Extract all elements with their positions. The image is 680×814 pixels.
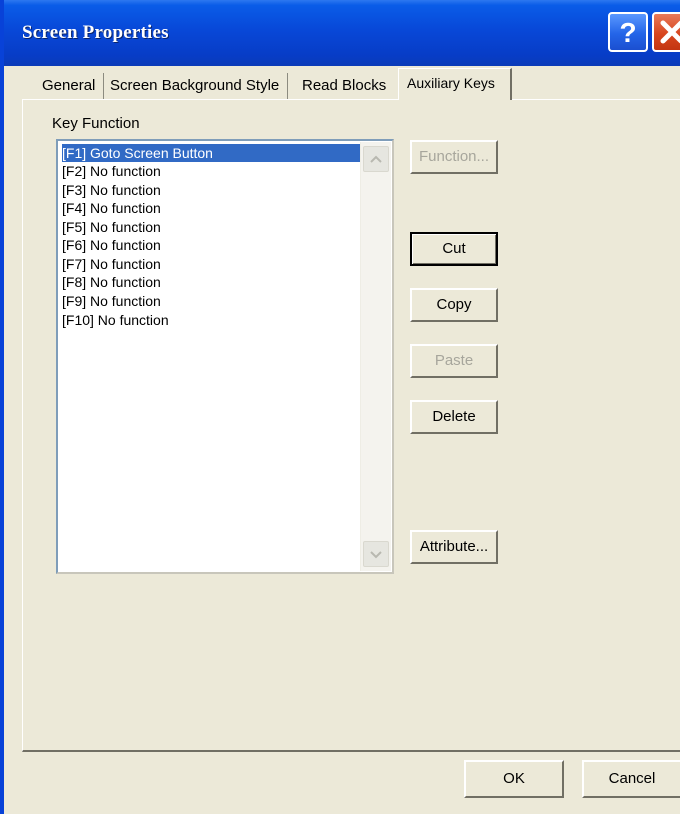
cut-button[interactable]: Cut xyxy=(410,232,498,266)
tab-read-blocks[interactable]: Read Blocks xyxy=(294,73,394,99)
cancel-button[interactable]: Cancel xyxy=(582,760,680,798)
svg-text:?: ? xyxy=(619,17,636,48)
list-item[interactable]: [F7] No function xyxy=(62,255,161,273)
list-item[interactable]: [F8] No function xyxy=(62,273,161,291)
close-icon xyxy=(660,20,680,44)
function-button[interactable]: Function... xyxy=(410,140,498,174)
vertical-scrollbar[interactable] xyxy=(360,142,391,571)
list-item[interactable]: [F1] Goto Screen Button xyxy=(62,144,362,162)
screen-properties-dialog: Screen Properties ? General Screen Backg… xyxy=(0,0,680,814)
list-item[interactable]: [F6] No function xyxy=(62,236,161,254)
list-item[interactable]: [F10] No function xyxy=(62,311,169,329)
key-function-list[interactable]: [F1] Goto Screen Button [F2] No function… xyxy=(56,139,394,574)
tab-general[interactable]: General xyxy=(34,73,105,99)
ok-button[interactable]: OK xyxy=(464,760,564,798)
list-item[interactable]: [F5] No function xyxy=(62,218,161,236)
question-mark-icon: ? xyxy=(619,17,636,48)
paste-button[interactable]: Paste xyxy=(410,344,498,378)
help-button[interactable]: ? xyxy=(608,12,648,52)
list-item[interactable]: [F4] No function xyxy=(62,199,161,217)
list-item[interactable]: [F3] No function xyxy=(62,181,161,199)
copy-button[interactable]: Copy xyxy=(410,288,498,322)
window-title: Screen Properties xyxy=(22,22,169,43)
tab-strip: General Screen Background Style Read Blo… xyxy=(26,66,680,100)
tab-auxiliary-keys[interactable]: Auxiliary Keys xyxy=(398,68,512,100)
close-button[interactable] xyxy=(652,12,680,52)
chevron-up-icon xyxy=(370,155,382,163)
key-function-label: Key Function xyxy=(52,115,140,132)
delete-button[interactable]: Delete xyxy=(410,400,498,434)
tab-screen-background-style[interactable]: Screen Background Style xyxy=(102,73,289,99)
attribute-button[interactable]: Attribute... xyxy=(410,530,498,564)
list-item[interactable]: [F2] No function xyxy=(62,162,161,180)
scroll-up-button[interactable] xyxy=(363,146,389,172)
scroll-down-button[interactable] xyxy=(363,541,389,567)
chevron-down-icon xyxy=(370,551,382,559)
list-item[interactable]: [F9] No function xyxy=(62,292,161,310)
title-bar[interactable]: Screen Properties ? xyxy=(4,0,680,66)
